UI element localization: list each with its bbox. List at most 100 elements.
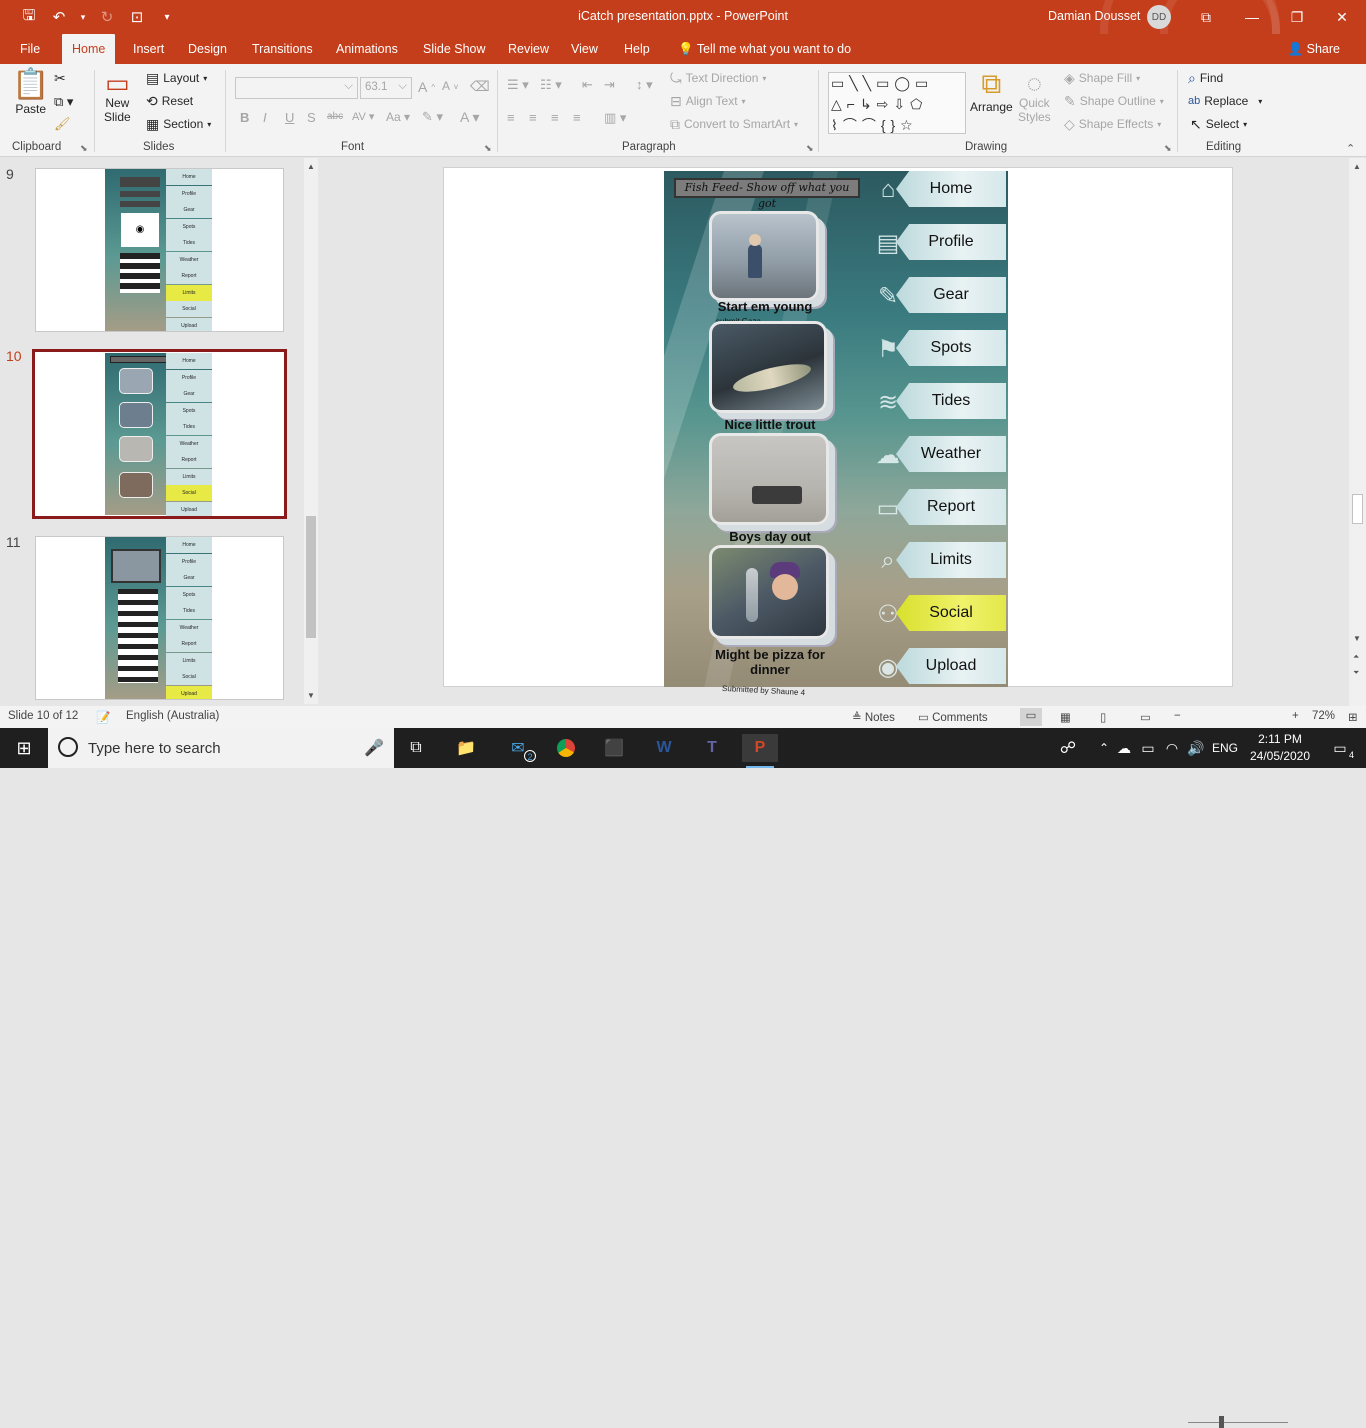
action-center-icon[interactable]: ▭ 4: [1322, 734, 1358, 762]
convert-smartart-button[interactable]: ⧉ Convert to SmartArt ▾: [670, 117, 798, 131]
replace-button[interactable]: ab Replace ▾: [1188, 94, 1262, 108]
normal-view-icon[interactable]: ▭: [1020, 708, 1042, 726]
nav-report-button[interactable]: Report: [896, 489, 1006, 525]
change-case-icon[interactable]: Aa ▾: [386, 110, 410, 124]
word-icon[interactable]: W: [646, 734, 682, 762]
post-photo-1[interactable]: [709, 211, 819, 301]
clipboard-launcher-icon[interactable]: ⬊: [80, 143, 88, 154]
new-slide-button[interactable]: ▭ New Slide: [104, 70, 131, 124]
previous-slide-icon[interactable]: ⏶: [1353, 652, 1359, 662]
font-size-field[interactable]: 63.1 ⌵: [360, 77, 412, 99]
cut-icon[interactable]: ✂: [54, 70, 66, 87]
input-language[interactable]: ENG: [1212, 741, 1238, 755]
zoom-in-icon[interactable]: +: [1292, 710, 1299, 722]
numbering-icon[interactable]: ☷ ▾: [540, 77, 562, 93]
format-painter-icon[interactable]: 🖌: [54, 116, 71, 132]
notes-button[interactable]: ≜ Notes: [852, 710, 895, 724]
layout-button[interactable]: ▤ Layout ▾: [146, 71, 207, 85]
tell-me-search[interactable]: 💡 Tell me what you want to do: [668, 34, 861, 64]
arrange-button[interactable]: ⧉ Arrange: [970, 70, 1013, 115]
align-right-icon[interactable]: ≡: [551, 110, 559, 125]
text-direction-button[interactable]: ⤿ Text Direction ▾: [670, 71, 766, 85]
post-photo-3[interactable]: [709, 433, 829, 525]
nav-upload-button[interactable]: Upload: [896, 648, 1006, 684]
decrease-font-icon[interactable]: Av: [442, 79, 458, 93]
tab-review[interactable]: Review: [498, 34, 559, 64]
highlight-icon[interactable]: ✎ ▾: [422, 109, 443, 125]
tab-help[interactable]: Help: [614, 34, 660, 64]
powerpoint-icon[interactable]: P: [742, 734, 778, 768]
user-name[interactable]: Damian Dousset: [1048, 9, 1140, 23]
share-button[interactable]: 👤 Share: [1288, 34, 1340, 64]
restore-icon[interactable]: ❐: [1283, 6, 1311, 28]
reading-view-icon[interactable]: ▯: [1100, 710, 1106, 724]
tab-slide-show[interactable]: Slide Show: [413, 34, 496, 64]
fit-to-window-icon[interactable]: ⊞: [1348, 710, 1358, 724]
zoom-slider-track[interactable]: [1188, 1422, 1288, 1423]
slide-thumbnail-10[interactable]: Home Profile Gear Spots Tides Weather Re…: [32, 349, 287, 519]
line-spacing-icon[interactable]: ↕ ▾: [636, 77, 653, 93]
nav-home-button[interactable]: Home: [896, 171, 1006, 207]
clock-time[interactable]: 2:11 PM: [1250, 732, 1310, 746]
quick-styles-button[interactable]: ◌ Quick Styles: [1018, 70, 1051, 124]
app-mockup[interactable]: Fish Feed- Show off what you got Start e…: [664, 171, 1008, 687]
justify-icon[interactable]: ≡: [573, 110, 581, 125]
slide-scrollbar[interactable]: ▲ ▼ ⏶ ⏷: [1349, 158, 1366, 706]
clear-formatting-icon[interactable]: ⌫: [470, 78, 490, 95]
copy-icon[interactable]: ⧉ ▾: [54, 94, 73, 110]
font-color-icon[interactable]: A ▾: [460, 109, 479, 126]
people-icon[interactable]: ☍: [1050, 734, 1086, 762]
section-button[interactable]: ▦ Section ▾: [146, 117, 211, 131]
slide-show-icon[interactable]: ▭: [1140, 710, 1151, 724]
shape-effects-button[interactable]: ◇ Shape Effects ▾: [1064, 117, 1161, 131]
shape-outline-button[interactable]: ✎ Shape Outline ▾: [1064, 94, 1164, 108]
zoom-out-icon[interactable]: −: [1174, 710, 1181, 722]
scrollbar-thumb[interactable]: [1352, 494, 1363, 524]
paste-button[interactable]: 📋 Paste: [12, 70, 49, 117]
paragraph-launcher-icon[interactable]: ⬊: [806, 143, 814, 154]
microphone-icon[interactable]: 🎤: [364, 738, 384, 758]
acrobat-icon[interactable]: ⬛: [596, 734, 632, 762]
reset-button[interactable]: ⟲ Reset: [146, 94, 193, 108]
shapes-gallery[interactable]: ▭╲╲▭◯▭ △⌐↳⇨⇩⬠ ⌇⌒⌒{}☆: [828, 72, 966, 134]
language-indicator[interactable]: English (Australia): [126, 710, 219, 722]
bullets-icon[interactable]: ☰ ▾: [507, 77, 529, 93]
zoom-level[interactable]: 72%: [1312, 710, 1335, 722]
slide-thumbnail-9[interactable]: ◉ Home Profile Gear Spots Tides Weather …: [35, 168, 284, 332]
chrome-icon[interactable]: [548, 734, 584, 762]
minimize-icon[interactable]: —: [1238, 6, 1266, 28]
slide-thumbnail-11[interactable]: Home Profile Gear Spots Tides Weather Re…: [35, 536, 284, 700]
underline-icon[interactable]: U: [285, 110, 294, 125]
post-photo-2[interactable]: [709, 321, 827, 413]
task-view-icon[interactable]: ⧉: [398, 734, 434, 762]
file-explorer-icon[interactable]: 📁: [448, 734, 484, 762]
ribbon-display-options-icon[interactable]: ⧉: [1192, 6, 1220, 28]
clock-date[interactable]: 24/05/2020: [1244, 749, 1316, 763]
find-button[interactable]: ⌕ Find: [1188, 71, 1223, 85]
spelling-icon[interactable]: 📝: [96, 710, 110, 724]
volume-icon[interactable]: 🔊: [1178, 734, 1214, 762]
scroll-down-icon[interactable]: ▼: [1353, 634, 1361, 643]
nav-limits-button[interactable]: Limits: [896, 542, 1006, 578]
close-icon[interactable]: ✕: [1328, 6, 1356, 28]
tab-animations[interactable]: Animations: [326, 34, 408, 64]
nav-social-button[interactable]: Social: [896, 595, 1006, 631]
zoom-slider-thumb[interactable]: [1219, 1416, 1224, 1428]
next-slide-icon[interactable]: ⏷: [1353, 668, 1359, 678]
font-launcher-icon[interactable]: ⬊: [484, 143, 492, 154]
taskbar-search[interactable]: Type here to search 🎤: [48, 728, 394, 768]
tab-insert[interactable]: Insert: [123, 34, 174, 64]
drawing-launcher-icon[interactable]: ⬊: [1164, 143, 1172, 154]
font-name-field[interactable]: ⌵: [235, 77, 358, 99]
windows-start-icon[interactable]: ⊞: [6, 734, 42, 762]
increase-font-icon[interactable]: A ^: [418, 79, 435, 95]
collapse-ribbon-icon[interactable]: ⌃: [1346, 142, 1355, 155]
post-photo-4[interactable]: [709, 545, 829, 639]
columns-icon[interactable]: ▥ ▾: [604, 110, 626, 126]
align-left-icon[interactable]: ≡: [507, 110, 515, 125]
scroll-down-icon[interactable]: ▼: [307, 691, 315, 700]
align-text-button[interactable]: ⊟ Align Text ▾: [670, 94, 746, 108]
tab-transitions[interactable]: Transitions: [242, 34, 323, 64]
tab-design[interactable]: Design: [178, 34, 237, 64]
align-center-icon[interactable]: ≡: [529, 110, 537, 125]
